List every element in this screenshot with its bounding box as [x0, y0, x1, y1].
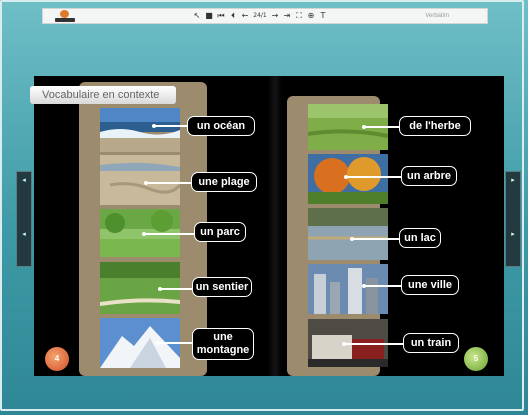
last-page-icon[interactable]: ⇥: [283, 11, 291, 20]
pointer-dot: [142, 232, 146, 236]
pointer-line: [346, 176, 404, 178]
pointer-line: [160, 288, 194, 290]
label-tree[interactable]: un arbre: [401, 166, 457, 186]
pointer-dot: [362, 125, 366, 129]
zoom-icon[interactable]: ⊕: [307, 11, 315, 20]
label-train[interactable]: un train: [403, 333, 459, 353]
label-mountain[interactable]: une montagne: [192, 328, 254, 360]
label-city[interactable]: une ville: [401, 275, 459, 295]
pointer-line: [352, 238, 400, 240]
pointer-line: [364, 285, 402, 287]
photo-city: [308, 264, 388, 314]
arrow-left-icon: ◂: [22, 177, 26, 184]
page-badge-left: 4: [45, 347, 69, 371]
forward-icon[interactable]: →: [271, 11, 279, 20]
pointer-dot: [362, 284, 366, 288]
label-ocean[interactable]: un océan: [187, 116, 255, 136]
pointer-line: [144, 233, 196, 235]
book-gutter: [268, 76, 282, 376]
next-page-tab[interactable]: ▸ ▸: [505, 171, 521, 267]
toolbar: ↖ ■ ⏮ ⏴ ← 24/1 → ⇥ ⛶ ⊕ T Verbatim: [42, 8, 488, 24]
label-lake[interactable]: un lac: [399, 228, 441, 248]
photo-beach: [100, 155, 180, 205]
first-page-icon[interactable]: ⏮: [217, 11, 225, 20]
page-number-field[interactable]: 24/1: [253, 11, 267, 20]
back-icon[interactable]: ←: [241, 11, 249, 20]
toolbar-tools: ↖ ■ ⏮ ⏴ ← 24/1 → ⇥ ⛶ ⊕ T: [193, 11, 327, 20]
book-spread: Vocabulaire en contexte un océan une pla…: [30, 76, 504, 376]
prev-page-tab[interactable]: ◂ ◂: [16, 171, 32, 267]
pointer-line: [364, 126, 400, 128]
prev-page-icon[interactable]: ⏴: [229, 11, 237, 20]
pointer-dot: [156, 341, 160, 345]
photo-ocean: [100, 108, 180, 152]
page-title: Vocabulaire en contexte: [30, 86, 176, 104]
page-badge-right: 5: [464, 347, 488, 371]
label-beach[interactable]: une plage: [191, 172, 257, 192]
pointer-line: [344, 343, 404, 345]
pointer-dot: [144, 181, 148, 185]
arrow-right-icon: ▸: [511, 177, 515, 184]
pointer-icon[interactable]: ↖: [193, 11, 201, 20]
page-icon[interactable]: ■: [205, 11, 213, 20]
text-tool-icon[interactable]: T: [319, 11, 327, 20]
photo-lake: [308, 208, 388, 260]
pointer-dot: [344, 175, 348, 179]
pointer-dot: [350, 237, 354, 241]
arrow-right-icon-2: ▸: [511, 231, 515, 238]
pointer-dot: [152, 124, 156, 128]
pointer-line: [146, 182, 192, 184]
pointer-dot: [158, 287, 162, 291]
label-park[interactable]: un parc: [194, 222, 246, 242]
photo-tree: [308, 154, 388, 204]
arrow-left-icon-2: ◂: [22, 231, 26, 238]
label-trail[interactable]: un sentier: [192, 277, 252, 297]
label-grass[interactable]: de l'herbe: [399, 116, 471, 136]
pointer-line: [158, 342, 194, 344]
pointer-line: [154, 125, 188, 127]
app-logo-icon: [55, 10, 75, 23]
fit-icon[interactable]: ⛶: [295, 11, 303, 20]
pointer-dot: [342, 342, 346, 346]
toolbar-right-label: Verbatim: [425, 13, 449, 19]
